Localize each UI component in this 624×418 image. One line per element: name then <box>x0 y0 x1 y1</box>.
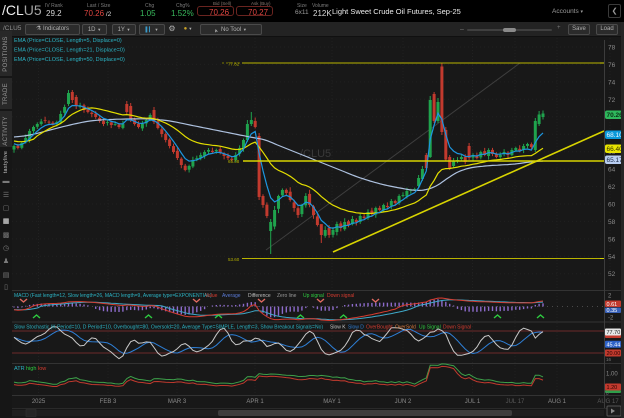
svg-text:high: high <box>26 366 36 372</box>
svg-text:Up Signal: Up Signal <box>419 325 441 331</box>
svg-text:JUL 1: JUL 1 <box>465 399 481 405</box>
svg-text:OverSold: OverSold <box>395 325 416 331</box>
svg-text:Zero line: Zero line <box>277 293 297 299</box>
svg-text:65.08: 65.08 <box>228 159 240 164</box>
svg-text:MAR 3: MAR 3 <box>168 399 187 405</box>
svg-text:AUG 1: AUG 1 <box>548 399 567 405</box>
svg-text:Value: Value <box>205 293 218 299</box>
svg-text:low: low <box>38 366 46 372</box>
svg-text:78: 78 <box>608 45 616 52</box>
svg-text:Slow Stochastic (K Period=10,: Slow Stochastic (K Period=10, D Period=1… <box>14 325 323 331</box>
svg-text:Average: Average <box>222 293 241 299</box>
svg-text:EMA (Price=CLOSE, Length=21, D: EMA (Price=CLOSE, Length=21, Displace=0) <box>14 48 125 54</box>
svg-text:74: 74 <box>608 79 616 86</box>
svg-text:0.35: 0.35 <box>607 308 618 314</box>
svg-text:54: 54 <box>608 254 616 261</box>
svg-text:72: 72 <box>608 97 616 104</box>
svg-text:MAY 1: MAY 1 <box>323 399 341 405</box>
svg-text:EMA (Price=CLOSE, Length=50, D: EMA (Price=CLOSE, Length=50, Displace=0) <box>14 57 125 63</box>
svg-text:Slow K: Slow K <box>330 325 346 331</box>
svg-text:16: 16 <box>606 357 612 362</box>
svg-text:-2: -2 <box>608 316 614 322</box>
svg-text:45.44: 45.44 <box>607 343 621 349</box>
svg-text:64: 64 <box>608 167 616 174</box>
svg-text:77.70: 77.70 <box>607 330 621 336</box>
svg-text:APR 1: APR 1 <box>246 399 264 405</box>
svg-text:Slow D: Slow D <box>348 325 364 331</box>
svg-text:AUG 17: AUG 17 <box>597 399 619 405</box>
svg-text:Difference: Difference <box>248 293 271 299</box>
svg-text:ATR: ATR <box>14 366 25 372</box>
svg-text:60: 60 <box>608 202 616 209</box>
svg-text:FEB 3: FEB 3 <box>100 399 117 405</box>
svg-text:/CLU5: /CLU5 <box>300 148 331 160</box>
svg-text:76: 76 <box>608 62 616 69</box>
svg-text:Down Signal: Down Signal <box>443 325 471 331</box>
svg-text:EMA (Price=CLOSE, Length=5, Di: EMA (Price=CLOSE, Length=5, Displace=0) <box>14 38 122 44</box>
svg-text:OverBought: OverBought <box>366 325 393 331</box>
svg-text:56: 56 <box>608 236 616 243</box>
svg-text:JUN 2: JUN 2 <box>395 399 412 405</box>
svg-text:52: 52 <box>608 271 616 278</box>
svg-text:0.61: 0.61 <box>607 302 618 308</box>
svg-text:62: 62 <box>608 184 616 191</box>
svg-text:58: 58 <box>608 219 616 226</box>
svg-text:1.00: 1.00 <box>606 372 618 378</box>
svg-text:MACD (Fast length=12, Slow len: MACD (Fast length=12, Slow length=26, MA… <box>14 293 212 299</box>
svg-text:2025: 2025 <box>32 399 46 405</box>
svg-text:Down signal: Down signal <box>327 293 354 299</box>
svg-text:53.60: 53.60 <box>228 257 240 262</box>
svg-text:JUL 17: JUL 17 <box>506 399 525 405</box>
svg-text:77.82: 77.82 <box>228 62 240 67</box>
svg-text:Up signal: Up signal <box>303 293 324 299</box>
